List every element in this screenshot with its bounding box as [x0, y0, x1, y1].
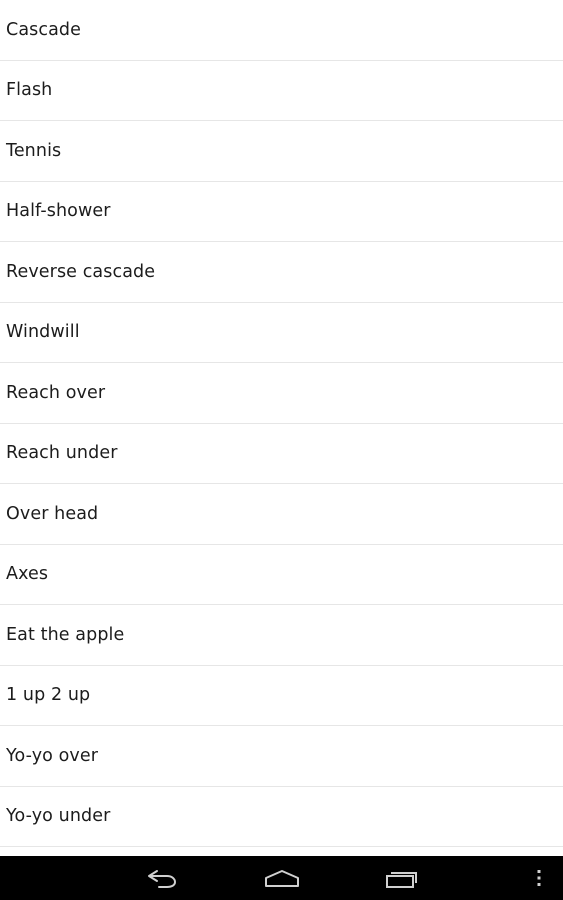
- list-item-partial[interactable]: [0, 847, 563, 856]
- list-item[interactable]: Half-shower: [0, 181, 563, 242]
- list-item[interactable]: Reverse cascade: [0, 242, 563, 303]
- list-item[interactable]: Over head: [0, 484, 563, 545]
- list-item[interactable]: Cascade: [0, 0, 563, 61]
- list-item-label: Half-shower: [6, 201, 111, 222]
- list-item-label: Reach under: [6, 443, 118, 464]
- list-item-label: Yo-yo under: [6, 806, 111, 827]
- list-item[interactable]: Reach under: [0, 423, 563, 484]
- back-button[interactable]: [126, 856, 198, 900]
- list-item[interactable]: Flash: [0, 60, 563, 121]
- list-item[interactable]: Axes: [0, 544, 563, 605]
- recent-apps-icon: [386, 872, 417, 888]
- list-item-label: Reverse cascade: [6, 261, 156, 282]
- home-icon: [265, 870, 299, 887]
- list-item-label: Windwill: [6, 322, 80, 343]
- list-item-label: Yo-yo over: [6, 745, 99, 766]
- list-item[interactable]: Tennis: [0, 121, 563, 182]
- list-item-label: Reach over: [6, 382, 106, 403]
- list-item-label: Tennis: [6, 140, 62, 161]
- overflow-menu-icon: [537, 870, 541, 886]
- system-navigation-bar: [0, 856, 563, 900]
- list-item-label: 1 up 2 up: [6, 685, 91, 706]
- app-screen: Cascade Flash Tennis Half-shower Reverse…: [0, 0, 563, 900]
- trick-list: Cascade Flash Tennis Half-shower Reverse…: [0, 0, 563, 856]
- home-button[interactable]: [246, 856, 318, 900]
- list-item[interactable]: Eat the apple: [0, 605, 563, 666]
- list-item[interactable]: Reach over: [0, 363, 563, 424]
- list-item-label: Cascade: [6, 19, 81, 40]
- list-item[interactable]: Yo-yo over: [0, 726, 563, 787]
- list-item-label: Flash: [6, 80, 53, 101]
- list-item-label: Eat the apple: [6, 624, 125, 645]
- list-item-label: Over head: [6, 503, 99, 524]
- back-icon: [148, 870, 177, 888]
- recent-apps-button[interactable]: [366, 856, 438, 900]
- overflow-menu-button[interactable]: [520, 856, 558, 900]
- list-item[interactable]: Windwill: [0, 302, 563, 363]
- list-item-label: Axes: [6, 564, 49, 585]
- list-item[interactable]: 1 up 2 up: [0, 665, 563, 726]
- list-item[interactable]: Yo-yo under: [0, 786, 563, 847]
